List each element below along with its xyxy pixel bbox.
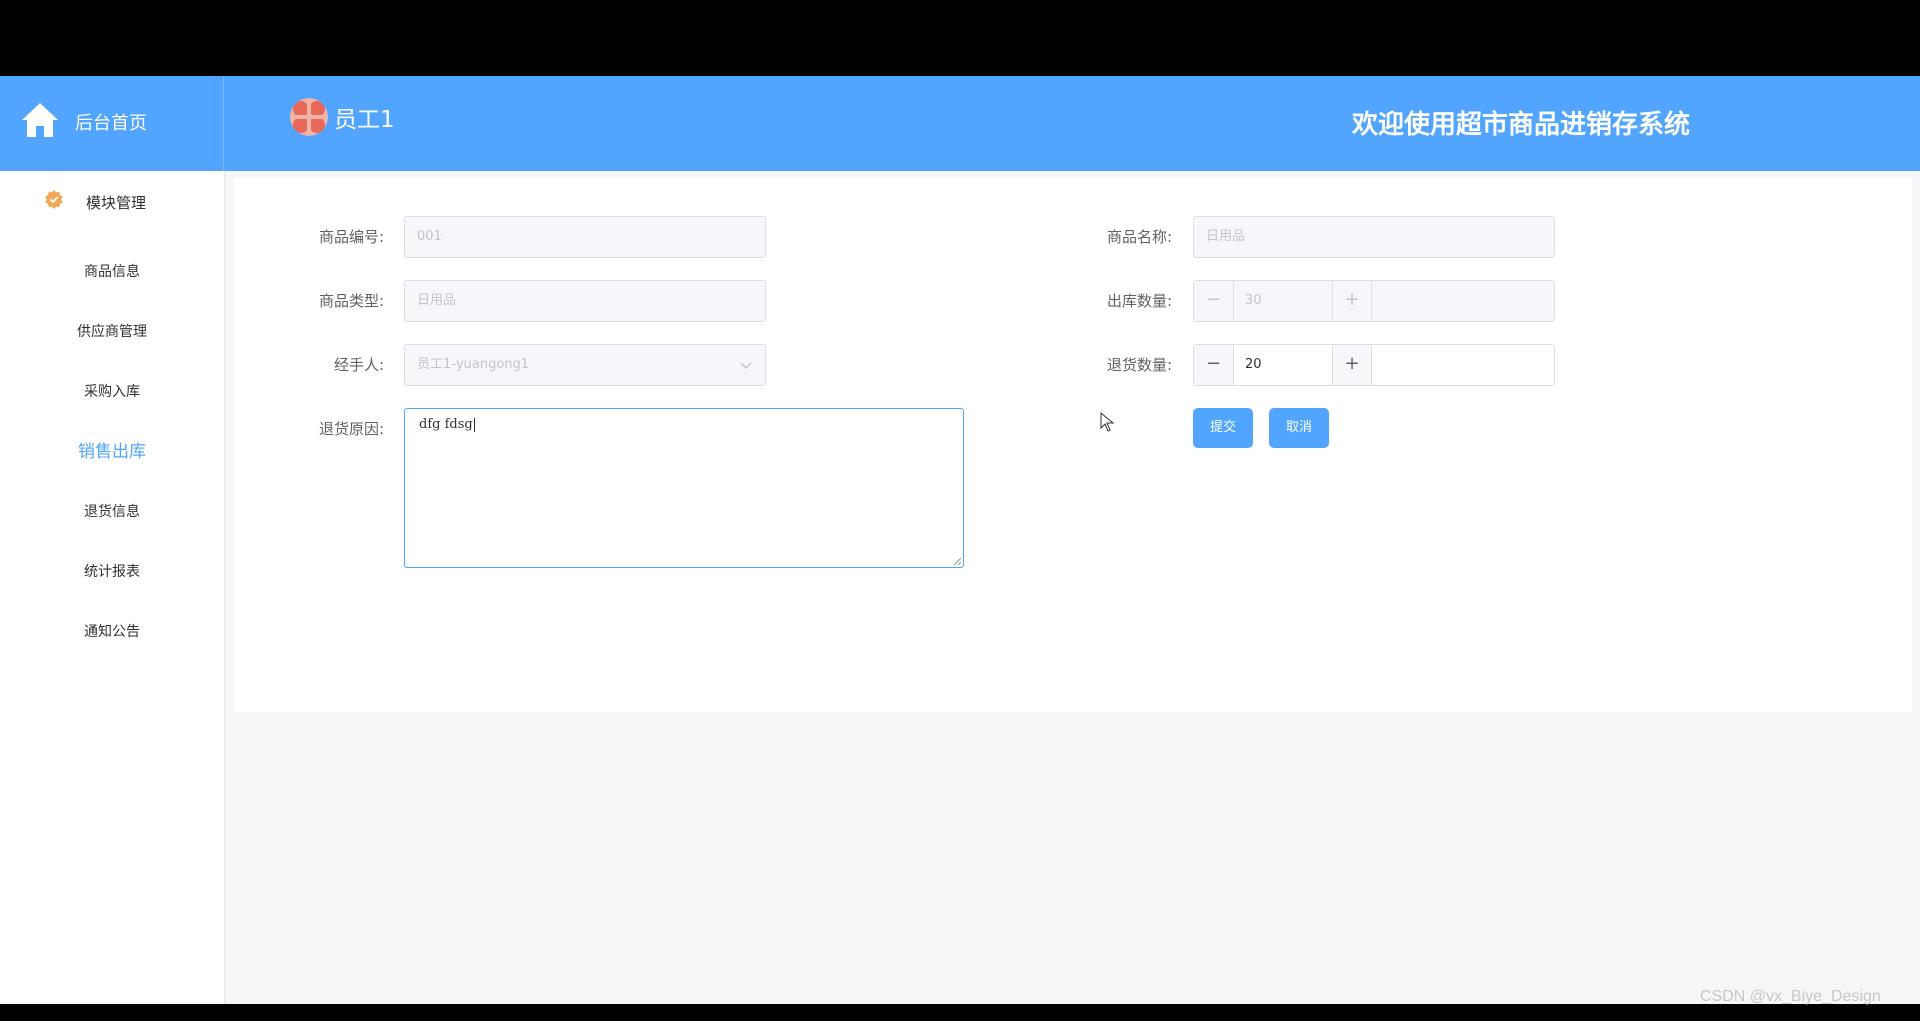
product-name-input[interactable]: 日用品: [1193, 216, 1555, 258]
handler-select[interactable]: 员工1-yuangong1: [404, 344, 766, 386]
out-qty-stepper[interactable]: − 30 +: [1193, 280, 1555, 322]
user-avatar: [290, 98, 328, 136]
out-qty-label: 出库数量:: [1106, 292, 1172, 310]
out-qty-plus-button[interactable]: +: [1332, 281, 1372, 321]
user-name: 员工1: [334, 107, 395, 133]
badge-icon: [45, 190, 63, 209]
home-icon: [22, 103, 58, 137]
mouse-cursor-icon: [1100, 412, 1114, 432]
resize-handle-icon[interactable]: [952, 556, 962, 566]
sidebar-item-returns[interactable]: 退货信息: [0, 487, 224, 537]
app-screen: 后台首页 员工1 欢迎使用超市商品进销存系统 模块管理 商品信息 供应商管理 采…: [0, 76, 1920, 1004]
return-qty-plus-button[interactable]: +: [1332, 345, 1372, 385]
sidebar-item-sales-out[interactable]: 销售出库: [0, 427, 224, 477]
product-type-label: 商品类型:: [318, 292, 384, 310]
product-code-input[interactable]: 001: [404, 216, 766, 258]
home-link[interactable]: 后台首页: [0, 76, 224, 171]
submit-button[interactable]: 提交: [1193, 408, 1253, 448]
return-reason-text: dfg fdsg: [419, 417, 473, 432]
cancel-button[interactable]: 取消: [1269, 408, 1329, 448]
sidebar-item-supplier[interactable]: 供应商管理: [0, 307, 224, 357]
sidebar: 模块管理 商品信息 供应商管理 采购入库 销售出库 退货信息 统计报表 通知公告: [0, 171, 225, 1004]
return-reason-label: 退货原因:: [318, 420, 384, 438]
product-type-input[interactable]: 日用品: [404, 280, 766, 322]
user-menu[interactable]: 员工1: [290, 98, 395, 136]
return-qty-label: 退货数量:: [1106, 356, 1172, 374]
return-qty-value[interactable]: 20: [1235, 345, 1331, 385]
top-header: 后台首页 员工1 欢迎使用超市商品进销存系统: [0, 76, 1920, 171]
sidebar-item-notices[interactable]: 通知公告: [0, 607, 224, 657]
handler-label: 经手人:: [333, 356, 384, 374]
chevron-down-icon: [740, 362, 752, 369]
sidebar-group-module-management[interactable]: 模块管理: [0, 171, 224, 231]
out-qty-minus-button[interactable]: −: [1194, 281, 1234, 321]
sidebar-item-purchase-in[interactable]: 采购入库: [0, 367, 224, 417]
welcome-title: 欢迎使用超市商品进销存系统: [1352, 110, 1691, 140]
home-label: 后台首页: [75, 113, 147, 134]
product-code-label: 商品编号:: [318, 228, 384, 246]
text-caret: [473, 417, 475, 432]
product-name-label: 商品名称:: [1106, 228, 1172, 246]
handler-select-value: 员工1-yuangong1: [417, 357, 530, 372]
return-reason-textarea[interactable]: dfg fdsg: [404, 408, 964, 568]
return-qty-minus-button[interactable]: −: [1194, 345, 1234, 385]
watermark: CSDN @vx_Biye_Design: [1700, 988, 1881, 1005]
sidebar-item-product-info[interactable]: 商品信息: [0, 247, 224, 297]
out-qty-value[interactable]: 30: [1235, 281, 1331, 321]
bottom-bar: [0, 1004, 1920, 1021]
sidebar-group-label: 模块管理: [86, 194, 147, 212]
return-qty-stepper[interactable]: − 20 +: [1193, 344, 1555, 386]
sidebar-item-reports[interactable]: 统计报表: [0, 547, 224, 597]
form-panel: 商品编号: 001 商品名称: 日用品 商品类型: 日用品 出库数量: − 30…: [234, 178, 1912, 712]
